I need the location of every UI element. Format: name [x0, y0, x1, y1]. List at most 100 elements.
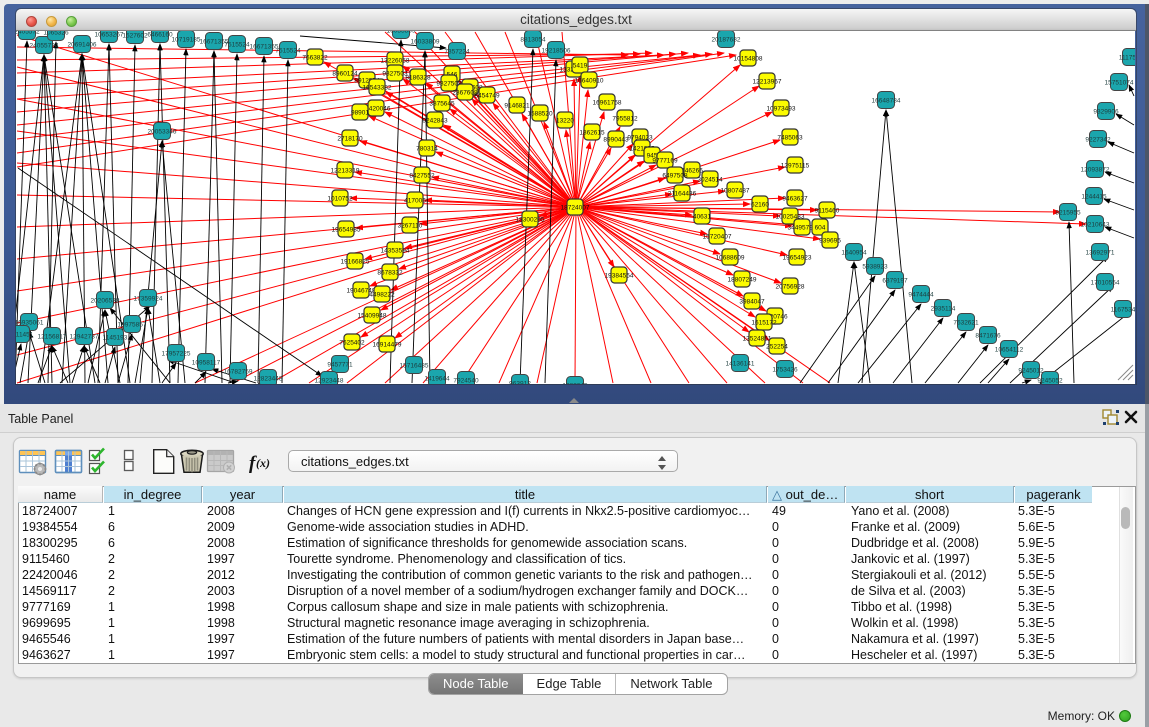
svg-text:21164436: 21164436	[668, 191, 697, 198]
svg-text:10807487: 10807487	[721, 188, 750, 195]
svg-text:2718170: 2718170	[337, 136, 363, 143]
svg-text:9474444: 9474444	[908, 292, 934, 299]
svg-text:10654112: 10654112	[995, 347, 1024, 354]
svg-text:9327503: 9327503	[382, 71, 408, 78]
svg-text:17359924: 17359924	[134, 296, 163, 303]
svg-text:16033809: 16033809	[387, 31, 416, 35]
svg-text:17010554: 17010554	[1091, 280, 1120, 287]
svg-text:9227342: 9227342	[1085, 137, 1111, 144]
svg-text:40631: 40631	[693, 214, 711, 221]
svg-text:3984047: 3984047	[739, 299, 765, 306]
svg-text:7515524: 7515524	[275, 48, 301, 55]
svg-text:1282345: 1282345	[562, 383, 588, 385]
svg-text:12093872: 12093872	[1081, 167, 1110, 174]
svg-text:15716485: 15716485	[400, 363, 429, 370]
svg-text:9146821: 9146821	[504, 103, 530, 110]
svg-text:3911451: 3911451	[16, 332, 34, 339]
svg-text:16640910: 16640910	[575, 78, 604, 85]
svg-text:19975857: 19975857	[118, 322, 147, 329]
svg-text:20053346: 20053346	[148, 129, 177, 136]
svg-text:12213967: 12213967	[753, 79, 782, 86]
svg-text:3024514: 3024514	[697, 177, 723, 184]
svg-text:20187682: 20187682	[712, 37, 741, 44]
svg-text:13220: 13220	[556, 118, 574, 125]
svg-text:16914479: 16914479	[373, 342, 402, 349]
svg-text:12975115: 12975115	[781, 163, 810, 170]
svg-text:8813054: 8813054	[520, 37, 546, 44]
svg-text:4498222: 4498222	[369, 292, 395, 299]
svg-text:16648784: 16648784	[872, 98, 901, 105]
svg-text:19166825: 19166825	[341, 259, 370, 266]
svg-text:1362615: 1362615	[579, 130, 605, 137]
svg-text:1615172: 1615172	[751, 320, 777, 327]
svg-text:1244415: 1244415	[1081, 194, 1107, 201]
svg-text:3875645: 3875645	[429, 101, 455, 108]
svg-text:604: 604	[815, 225, 826, 232]
svg-text:7955812: 7955812	[612, 116, 638, 123]
svg-text:6497508: 6497508	[662, 173, 688, 180]
svg-text:939695: 939695	[819, 238, 841, 245]
svg-text:9242843: 9242843	[422, 118, 448, 125]
svg-text:8454749: 8454749	[474, 93, 500, 100]
svg-text:20206538: 20206538	[91, 298, 120, 305]
svg-text:9245052: 9245052	[1037, 378, 1063, 385]
svg-text:10154808: 10154808	[734, 56, 763, 63]
svg-text:20691406: 20691406	[68, 42, 97, 49]
svg-text:2405572: 2405572	[16, 31, 40, 36]
svg-text:18300295: 18300295	[516, 217, 545, 224]
svg-text:1527602: 1527602	[122, 33, 148, 40]
svg-text:24055724: 24055724	[30, 43, 59, 50]
svg-text:1065326: 1065326	[43, 31, 69, 37]
svg-text:13226058: 13226058	[381, 58, 410, 65]
svg-text:2935114: 2935114	[931, 306, 956, 313]
svg-text:3267110: 3267110	[398, 223, 423, 230]
svg-text:8186328: 8186328	[405, 75, 431, 82]
svg-text:10653267: 10653267	[95, 32, 124, 39]
svg-text:5419: 5419	[573, 63, 588, 70]
svg-text:62160: 62160	[751, 202, 769, 209]
svg-text:8471676: 8471676	[975, 333, 1001, 340]
svg-text:13692971: 13692971	[1086, 250, 1115, 257]
svg-text:9329906: 9329906	[1093, 109, 1119, 116]
svg-text:1117534: 1117534	[1119, 55, 1135, 62]
svg-text:12823448: 12823448	[254, 376, 283, 383]
svg-text:16782759: 16782759	[224, 369, 253, 376]
svg-text:1167534: 1167534	[1111, 307, 1135, 314]
svg-text:1753426: 1753426	[772, 367, 798, 374]
svg-text:19654985: 19654985	[332, 227, 361, 234]
svg-text:12156817: 12156817	[38, 334, 67, 341]
svg-text:10958117: 10958117	[192, 360, 221, 367]
svg-text:6379197: 6379197	[882, 278, 908, 285]
svg-text:8990443: 8990443	[603, 137, 629, 144]
svg-text:16543382: 16543382	[363, 85, 392, 92]
svg-text:18724007: 18724007	[561, 205, 590, 212]
svg-text:98901: 98901	[351, 110, 369, 117]
svg-text:19218506: 19218506	[542, 48, 571, 55]
svg-text:8678332: 8678332	[377, 270, 403, 277]
svg-text:10719185: 10719185	[172, 37, 201, 44]
svg-text:17957225: 17957225	[162, 351, 191, 358]
svg-text:10973493: 10973493	[767, 106, 796, 113]
svg-text:14353594: 14353594	[381, 248, 410, 255]
svg-text:19384554: 19384554	[605, 273, 634, 280]
svg-text:8427552: 8427552	[409, 173, 435, 180]
svg-text:1010752: 1010752	[327, 196, 353, 203]
svg-text:8960124: 8960124	[332, 71, 358, 78]
svg-text:7924540: 7924540	[453, 378, 479, 385]
svg-text:15720407: 15720407	[703, 234, 732, 241]
svg-text:10688609: 10688609	[716, 255, 745, 262]
svg-text:16961758: 16961758	[593, 100, 622, 107]
svg-text:14136141: 14136141	[726, 361, 755, 368]
svg-text:13524851: 13524851	[743, 336, 772, 343]
svg-text:12213319: 12213319	[331, 168, 360, 175]
svg-text:12942737: 12942737	[70, 334, 99, 341]
svg-text:7625402: 7625402	[339, 340, 365, 347]
svg-text:20756928: 20756928	[776, 284, 805, 291]
svg-text:9463627: 9463627	[782, 196, 808, 203]
svg-text:963912: 963912	[509, 381, 531, 385]
svg-text:7357224: 7357224	[444, 49, 470, 56]
svg-text:8215955: 8215955	[1055, 210, 1081, 217]
svg-text:780314: 780314	[416, 146, 438, 153]
svg-text:15751074: 15751074	[1105, 80, 1134, 87]
svg-text:9457771: 9457771	[327, 362, 353, 369]
